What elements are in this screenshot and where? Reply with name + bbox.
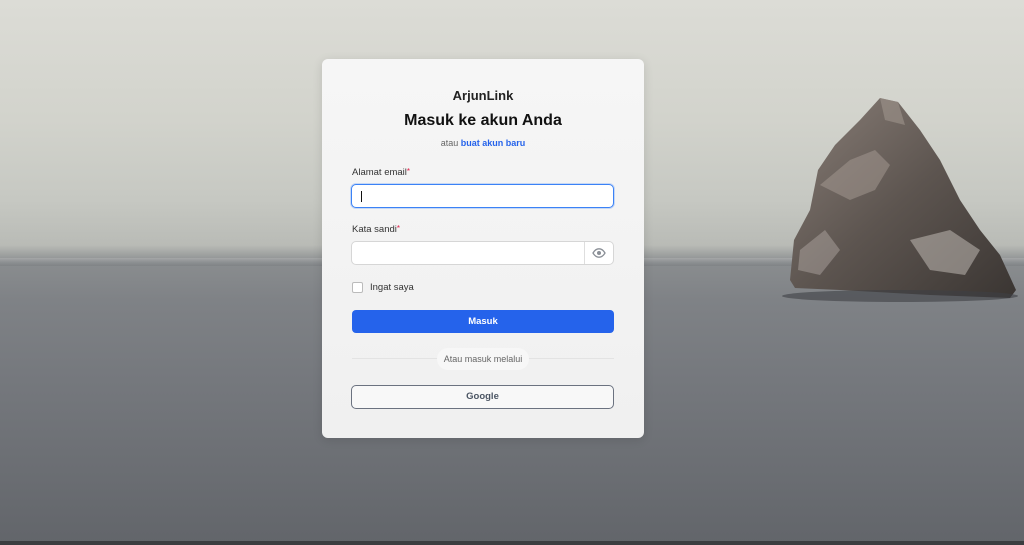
brand-name: ArjunLink	[452, 88, 514, 103]
password-field[interactable]	[351, 241, 614, 265]
divider-text: Atau masuk melalui	[437, 348, 529, 370]
remember-label: Ingat saya	[370, 282, 414, 293]
password-required-mark: *	[396, 224, 401, 233]
email-label-text: Alamat email	[352, 167, 407, 178]
signup-prompt: atau buat akun baru	[322, 138, 644, 148]
google-login-button[interactable]: Google	[351, 385, 614, 409]
login-card: ArjunLink Masuk ke akun Anda atau buat a…	[322, 59, 644, 438]
password-label-text: Kata sandi	[352, 224, 397, 235]
email-field[interactable]	[351, 184, 614, 208]
sea-rock-image	[782, 98, 1018, 302]
bottom-edge	[0, 541, 1024, 545]
page-title: Masuk ke akun Anda	[404, 112, 562, 129]
password-label: Kata sandi*	[352, 224, 400, 235]
email-label: Alamat email*	[352, 167, 410, 178]
eye-icon	[592, 248, 606, 258]
create-account-link[interactable]: buat akun baru	[461, 138, 526, 148]
show-password-button[interactable]	[584, 242, 613, 264]
login-button[interactable]: Masuk	[352, 310, 614, 333]
email-required-mark: *	[406, 167, 411, 176]
remember-checkbox[interactable]	[352, 282, 363, 293]
signup-prefix: atau	[440, 138, 459, 148]
remember-me: Ingat saya	[352, 282, 414, 293]
text-caret	[361, 191, 362, 202]
